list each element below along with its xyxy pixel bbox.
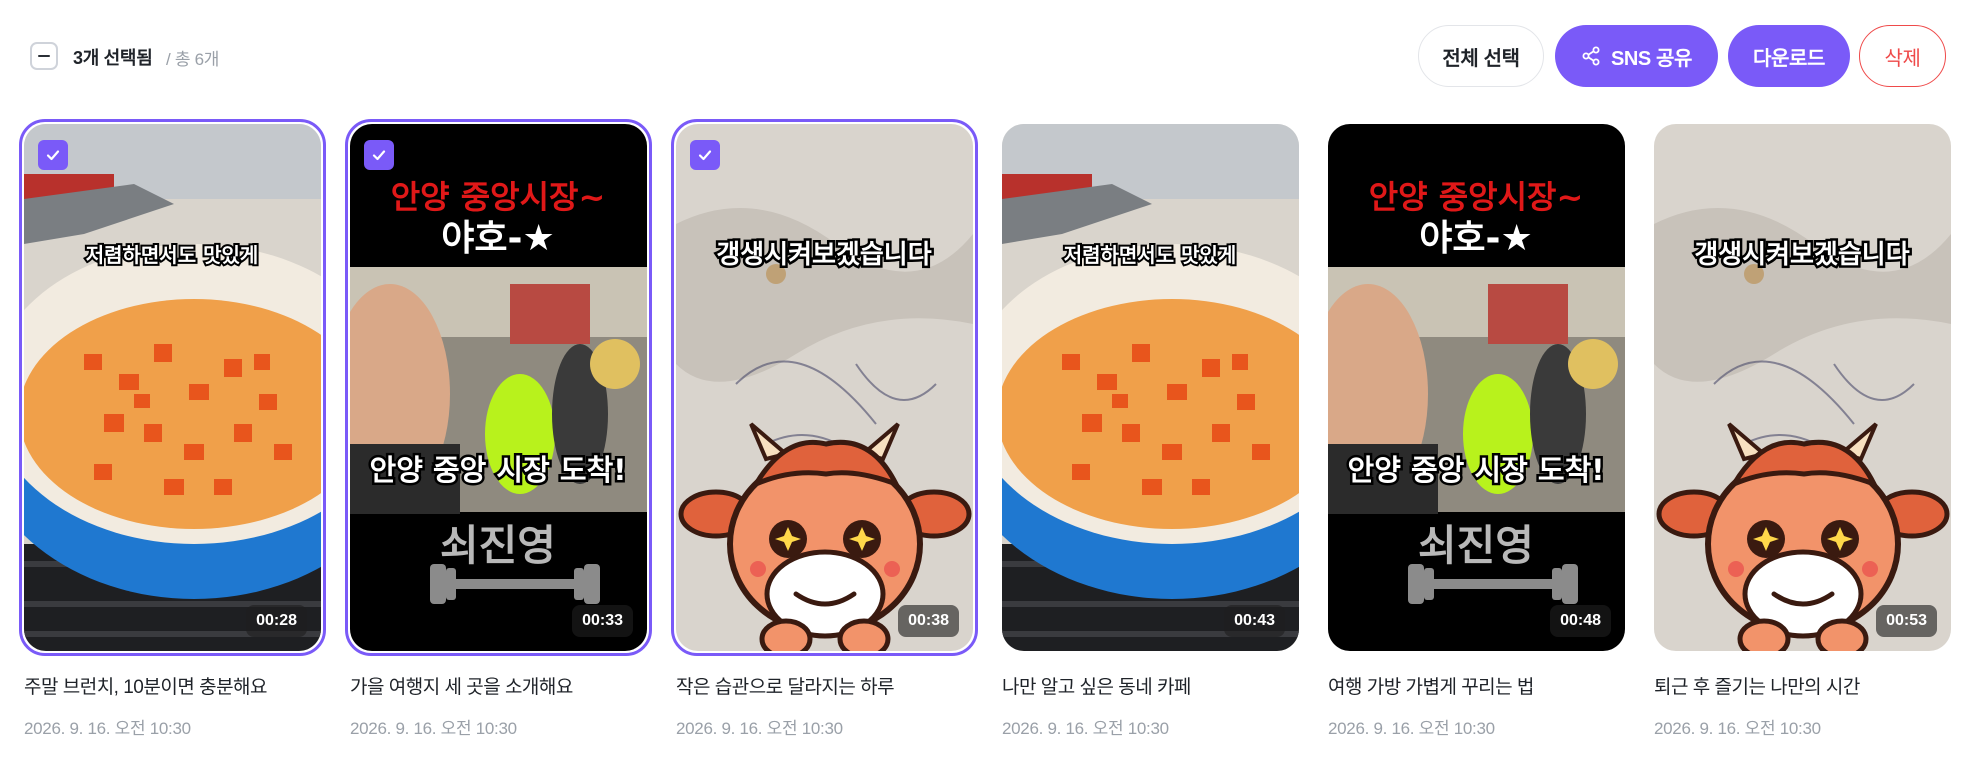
select-all-button[interactable]: 전체 선택 [1418,25,1544,87]
selection-toolbar: 3개 선택됨 / 총 6개 전체 선택 SNS 공유 다운로드 삭제 [0,0,1968,110]
thumbnail-caption-mid: 안양 중앙 시장 도착! [370,453,627,487]
selected-count: 3개 선택됨 [73,48,153,68]
market-thumbnail-image: 안양 중앙시장~ 야호-★ 안양 중앙 시장 도착! 쇠진영 [350,124,647,651]
video-date: 2026. 9. 16. 오전 10:30 [1328,719,1495,738]
cooking-thumbnail-image: 저렴하면서도 맛있게 [24,124,321,651]
thumbnail-caption-top: 안양 중앙시장~ [391,178,606,216]
duration-badge: 00:28 [246,605,307,637]
market-thumbnail-image: 안양 중앙시장~ 야호-★ 안양 중앙 시장 도착! 쇠진영 [1328,124,1625,651]
check-icon [698,150,712,161]
video-date: 2026. 9. 16. 오전 10:30 [24,719,191,738]
video-date: 2026. 9. 16. 오전 10:30 [1654,719,1821,738]
total-count: / 총 6개 [166,50,220,69]
duration-badge: 00:43 [1224,605,1285,637]
checkbox-checked[interactable] [364,140,394,170]
video-thumbnail[interactable]: 안양 중앙시장~ 야호-★ 안양 중앙 시장 도착! 쇠진영 00:48 [1328,124,1625,651]
duration-badge: 00:38 [898,605,959,637]
video-title[interactable]: 가을 여행지 세 곳을 소개해요 [350,672,670,699]
cow-thumbnail-image: 갱생시켜보겠습니다 [676,124,973,651]
thumbnail-caption: 갱생시켜보겠습니다 [716,240,931,270]
download-button[interactable]: 다운로드 [1728,25,1850,87]
share-icon [1582,46,1600,66]
video-date: 2026. 9. 16. 오전 10:30 [350,719,517,738]
thumbnail-caption-top-2: 야호-★ [1419,218,1532,259]
video-title[interactable]: 주말 브런치, 10분이면 충분해요 [24,672,344,699]
delete-button[interactable]: 삭제 [1859,25,1946,87]
select-all-label: 전체 선택 [1442,47,1520,70]
cow-thumbnail-image: 갱생시켜보겠습니다 [1654,124,1951,651]
video-thumbnail[interactable]: 갱생시켜보겠습니다 00:53 [1654,124,1951,651]
duration-badge: 00:53 [1876,605,1937,637]
thumbnail-caption: 갱생시켜보겠습니다 [1694,240,1909,270]
video-title[interactable]: 퇴근 후 즐기는 나만의 시간 [1654,672,1968,699]
thumbnail-caption-mid: 안양 중앙 시장 도착! [1348,453,1605,487]
deselect-all-checkbox[interactable] [30,42,58,70]
check-icon [46,150,60,161]
checkbox-checked[interactable] [690,140,720,170]
thumbnail-caption: 저렴하면서도 맛있게 [86,243,259,267]
minus-icon [38,54,50,58]
video-title[interactable]: 여행 가방 가볍게 꾸리는 법 [1328,672,1648,699]
duration-badge: 00:33 [572,605,633,637]
video-thumbnail[interactable]: 갱생시켜보겠습니다 00:38 [676,124,973,651]
sns-share-button[interactable]: SNS 공유 [1555,25,1718,87]
video-date: 2026. 9. 16. 오전 10:30 [1002,719,1169,738]
check-icon [372,150,386,161]
thumbnail-caption-bottom: 쇠진영 [440,521,556,570]
thumbnail-caption-top: 안양 중앙시장~ [1369,178,1584,216]
video-title[interactable]: 작은 습관으로 달라지는 하루 [676,672,996,699]
video-date: 2026. 9. 16. 오전 10:30 [676,719,843,738]
download-label: 다운로드 [1753,47,1825,70]
thumbnail-caption-bottom: 쇠진영 [1418,521,1534,570]
video-thumbnail[interactable]: 저렴하면서도 맛있게 00:28 [24,124,321,651]
video-title[interactable]: 나만 알고 싶은 동네 카페 [1002,672,1322,699]
video-thumbnail[interactable]: 안양 중앙시장~ 야호-★ 안양 중앙 시장 도착! 쇠진영 00:33 [350,124,647,651]
delete-label: 삭제 [1884,47,1921,70]
duration-badge: 00:48 [1550,605,1611,637]
thumbnail-caption-top-2: 야호-★ [441,218,554,259]
thumbnail-caption: 저렴하면서도 맛있게 [1064,243,1237,267]
cooking-thumbnail-image: 저렴하면서도 맛있게 [1002,124,1299,651]
sns-share-label: SNS 공유 [1610,47,1693,70]
video-thumbnail[interactable]: 저렴하면서도 맛있게 00:43 [1002,124,1299,651]
checkbox-checked[interactable] [38,140,68,170]
